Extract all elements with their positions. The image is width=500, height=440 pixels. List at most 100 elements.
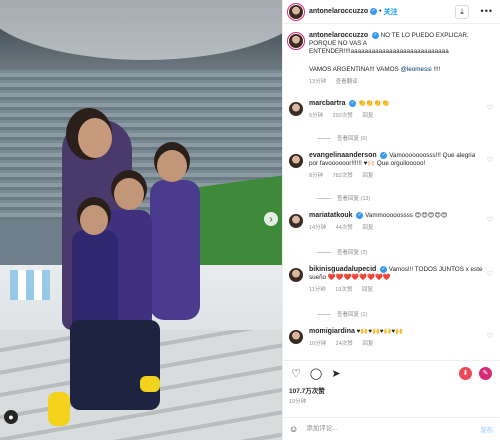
comment-username[interactable]: evangelinaanderson <box>309 152 377 159</box>
caption: antonelaroccuzzo ✓ NO TE LO PUEDO EXPLIC… <box>289 32 495 86</box>
comment-body: marcbartra ✓ 👏👏👏👏 5分钟 292次赞 回复 <box>309 100 485 120</box>
comment-likes[interactable]: 24次赞 <box>336 341 353 347</box>
translate-link[interactable]: 查看翻译 <box>336 79 358 85</box>
avatar[interactable] <box>289 102 303 116</box>
comment-icon[interactable]: ◯ <box>309 367 323 381</box>
avatar[interactable] <box>289 154 303 168</box>
action-bar: ♡ ◯ ➤ ⬇ ✎ ⌑ 107.7万次赞 19分钟 ☺ 发布 <box>283 360 500 438</box>
comment-likes[interactable]: 19次赞 <box>335 287 352 293</box>
reply-button[interactable]: 回复 <box>362 113 373 119</box>
comments-list: antonelaroccuzzo ✓ NO TE LO PUEDO EXPLIC… <box>283 28 500 358</box>
verified-icon: ✓ <box>380 152 388 159</box>
verified-icon: ✓ <box>380 266 388 273</box>
separator-dot: • <box>379 8 382 15</box>
comment-heart-icon[interactable]: ♡ <box>487 270 493 278</box>
view-replies-button[interactable]: 查看回复 (1) <box>317 310 367 318</box>
comment-username[interactable]: momigiardina <box>309 328 355 335</box>
photo-kid-left-head <box>80 205 108 235</box>
comment-time: 11分钟 <box>309 287 326 294</box>
comment-meta: 5分钟 292次赞 回复 <box>309 112 485 120</box>
add-comment-bar: ☺ 发布 <box>283 417 500 439</box>
comment-item: bikinisguadalupecid ✓ Vamos!!! TODOS JUN… <box>289 266 495 294</box>
avatar[interactable] <box>289 330 303 344</box>
view-replies-button[interactable]: 查看回复 (13) <box>317 194 370 202</box>
comment-username[interactable]: bikinisguadalupecid <box>309 266 376 273</box>
caption-meta: 13分钟 查看翻译 <box>309 78 485 86</box>
caption-text2-end: !!!! <box>431 66 441 74</box>
comment-time: 14分钟 <box>309 225 327 232</box>
user-tag-icon[interactable]: ● <box>4 410 18 424</box>
comment-body: bikinisguadalupecid ✓ Vamos!!! TODOS JUN… <box>309 266 485 294</box>
reply-button[interactable]: 回复 <box>362 173 373 179</box>
comment-input[interactable] <box>306 425 457 432</box>
comment-item: mariatatkouk ✓ Vammooooossss 😍😍😍😍😍 14分钟 … <box>289 212 495 232</box>
comment-likes[interactable]: 292次赞 <box>333 113 353 119</box>
comment-likes[interactable]: 782次赞 <box>333 173 353 179</box>
post-photo[interactable]: › ● <box>0 0 282 440</box>
verified-icon: ✓ <box>356 212 364 219</box>
comment-likes[interactable]: 44次赞 <box>336 225 353 231</box>
red-action-icon[interactable]: ⬇ <box>459 367 472 380</box>
verified-icon: ✓ <box>371 32 379 39</box>
mention-link[interactable]: @leomessi <box>400 66 431 73</box>
pink-action-icon[interactable]: ✎ <box>479 367 492 380</box>
comment-body: evangelinaanderson ✓ Vamooooooosss!!! Qu… <box>309 152 485 180</box>
comment-text: Vammooooossss 😍😍😍😍😍 <box>365 212 448 220</box>
comment-heart-icon[interactable]: ♡ <box>487 216 493 224</box>
view-replies-button[interactable]: 查看回复 (2) <box>317 248 367 256</box>
post-side-panel: antonelaroccuzzo ✓ • 关注 ⤓ ••• antonelaro… <box>282 0 500 440</box>
post-modal: › ● antonelaroccuzzo ✓ • 关注 ⤓ ••• antone… <box>0 0 500 440</box>
comment-item: momigiardina ♥🙌♥🙌♥🙌♥🙌 10分钟 24次赞 回复 ♡ <box>289 328 495 348</box>
reply-button[interactable]: 回复 <box>362 341 373 347</box>
comment-time: 5分钟 <box>309 113 324 120</box>
emoji-icon[interactable]: ☺ <box>289 424 298 434</box>
comment-heart-icon[interactable]: ♡ <box>487 332 493 340</box>
comment-text: 👏👏👏👏 <box>358 100 390 108</box>
header-username[interactable]: antonelaroccuzzo <box>309 8 368 15</box>
comment-username[interactable]: marcbartra <box>309 100 346 107</box>
avatar[interactable] <box>289 34 303 48</box>
likes-count[interactable]: 107.7万次赞 <box>289 385 325 395</box>
photo-kid-right-head <box>157 150 187 182</box>
comment-item: evangelinaanderson ✓ Vamooooooosss!!! Qu… <box>289 152 495 180</box>
view-replies-button[interactable]: 查看回复 (6) <box>317 134 367 142</box>
post-time: 19分钟 <box>289 399 307 405</box>
more-icon[interactable]: ••• <box>481 6 493 16</box>
comment-heart-icon[interactable]: ♡ <box>487 104 493 112</box>
avatar[interactable] <box>289 214 303 228</box>
comment-time: 8分钟 <box>309 173 324 180</box>
action-icons: ♡ ◯ ➤ ⬇ ✎ ⌑ <box>289 367 495 381</box>
reply-button[interactable]: 回复 <box>362 287 373 293</box>
comment-meta: 11分钟 19次赞 回复 <box>309 286 485 294</box>
avatar[interactable] <box>289 4 303 19</box>
verified-icon: ✓ <box>370 8 378 15</box>
photo-flag <box>10 270 50 300</box>
post-comment-button[interactable]: 发布 <box>480 424 493 434</box>
share-icon[interactable]: ➤ <box>329 367 343 381</box>
comment-item: marcbartra ✓ 👏👏👏👏 5分钟 292次赞 回复 ♡ <box>289 100 495 120</box>
verified-icon: ✓ <box>349 100 357 107</box>
comment-meta: 14分钟 44次赞 回复 <box>309 224 485 232</box>
next-icon[interactable]: › <box>264 212 278 226</box>
photo-woman-head <box>78 118 112 158</box>
post-header: antonelaroccuzzo ✓ • 关注 ⤓ ••• <box>283 0 500 24</box>
caption-line2: VAMOS ARGENTINA!!! VAMOS @leomessi !!!! <box>309 66 485 74</box>
follow-button[interactable]: 关注 <box>384 7 398 17</box>
photo-kid-middle-head <box>114 178 144 210</box>
caption-username[interactable]: antonelaroccuzzo <box>309 32 368 39</box>
comment-body: mariatatkouk ✓ Vammooooossss 😍😍😍😍😍 14分钟 … <box>309 212 485 232</box>
photo-shoe <box>48 392 70 426</box>
download-icon[interactable]: ⤓ <box>455 5 469 19</box>
comment-heart-icon[interactable]: ♡ <box>487 156 493 164</box>
comment-username[interactable]: mariatatkouk <box>309 212 353 219</box>
avatar[interactable] <box>289 268 303 282</box>
caption-body: antonelaroccuzzo ✓ NO TE LO PUEDO EXPLIC… <box>309 32 485 86</box>
heart-icon[interactable]: ♡ <box>289 367 303 381</box>
photo-shoe <box>140 376 160 392</box>
reply-button[interactable]: 回复 <box>362 225 373 231</box>
comment-meta: 10分钟 24次赞 回复 <box>309 340 485 348</box>
comment-body: momigiardina ♥🙌♥🙌♥🙌♥🙌 10分钟 24次赞 回复 <box>309 328 485 348</box>
comment-text: ♥🙌♥🙌♥🙌♥🙌 <box>356 328 403 335</box>
caption-text2: VAMOS ARGENTINA!!! VAMOS <box>309 66 401 74</box>
caption-time: 13分钟 <box>309 79 327 86</box>
